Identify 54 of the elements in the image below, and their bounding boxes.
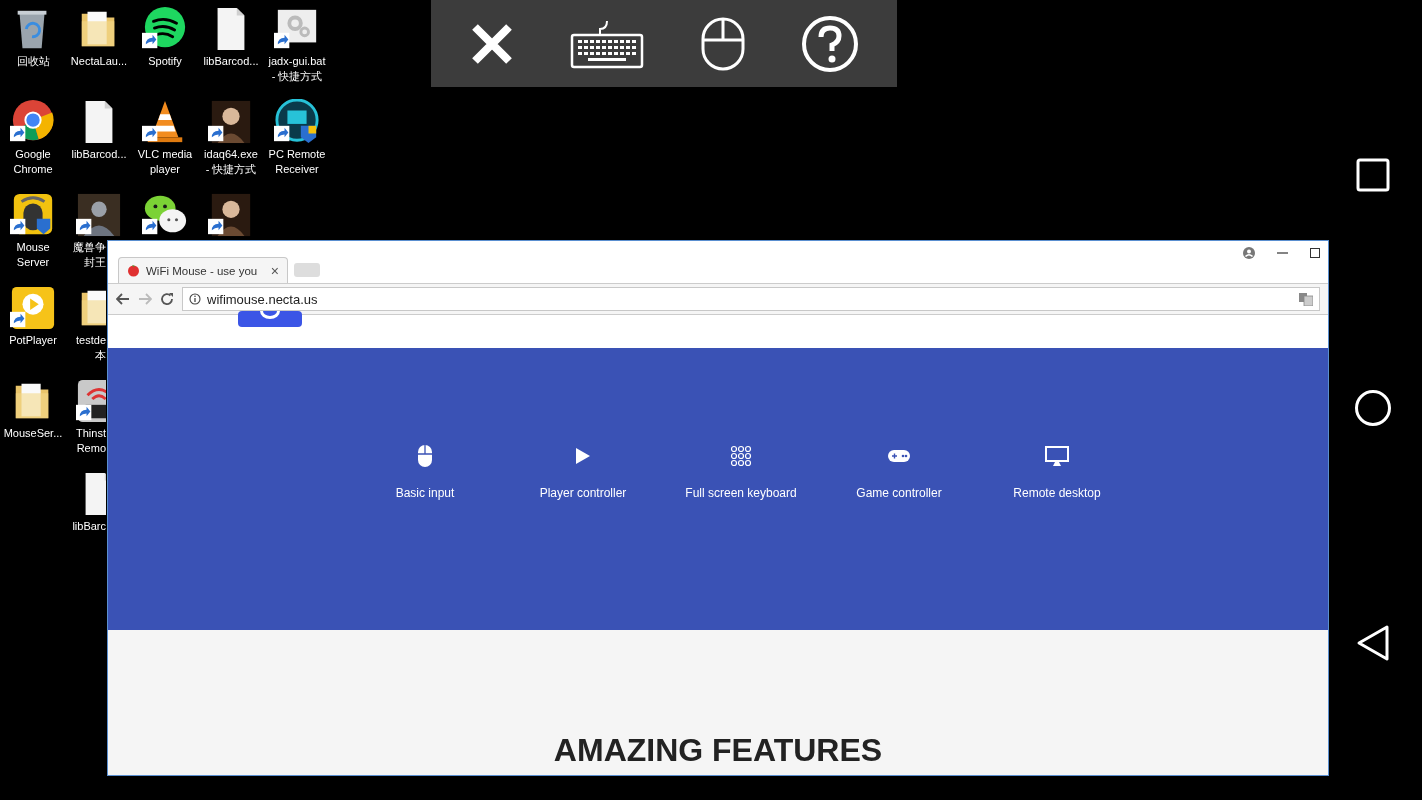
icon-label: Chrome bbox=[13, 162, 53, 177]
feature-label[interactable]: Game controller bbox=[856, 486, 942, 500]
info-icon bbox=[189, 293, 201, 305]
icon-label: 本 bbox=[95, 348, 106, 363]
gamepad-icon bbox=[887, 449, 911, 463]
play-icon bbox=[575, 447, 591, 465]
icon-label: player bbox=[150, 162, 180, 177]
icon-label: jadx-gui.bat bbox=[268, 54, 326, 69]
icon-label: Thinst bbox=[76, 426, 106, 441]
reload-icon[interactable] bbox=[160, 292, 174, 306]
icon-label: - 快捷方式 bbox=[271, 69, 323, 84]
monitor-icon bbox=[1044, 445, 1070, 467]
icon-label: - 快捷方式 bbox=[205, 162, 257, 177]
feature-label[interactable]: Remote desktop bbox=[1013, 486, 1101, 500]
icon-label: VLC media bbox=[137, 147, 193, 162]
icon-label: NectaLau... bbox=[70, 54, 128, 69]
icon-label: PC Remote bbox=[268, 147, 326, 162]
icon-label: Remo bbox=[76, 441, 106, 456]
keypad-icon bbox=[730, 445, 752, 467]
feature-label[interactable]: Full screen keyboard bbox=[685, 486, 797, 500]
icon-label: MouseSer... bbox=[3, 426, 63, 441]
icon-label: libBarc bbox=[72, 519, 106, 534]
tab-close-button[interactable]: × bbox=[270, 262, 279, 279]
back-triangle-icon[interactable] bbox=[1355, 623, 1391, 662]
icon-label: testde bbox=[76, 333, 106, 348]
icon-label: libBarcod... bbox=[203, 54, 259, 69]
maximize-icon[interactable] bbox=[1310, 248, 1320, 258]
icon-label: PotPlayer bbox=[9, 333, 57, 348]
browser-tab[interactable]: WiFi Mouse - use you × bbox=[118, 257, 288, 283]
icon-label: Server bbox=[16, 255, 50, 270]
profile-icon[interactable] bbox=[1243, 247, 1255, 259]
icon-label: Mouse bbox=[16, 240, 50, 255]
icon-label: 魔兽争 bbox=[73, 240, 106, 255]
feature-label[interactable]: Player controller bbox=[539, 486, 627, 500]
icon-label: Google bbox=[15, 147, 51, 162]
mouse-icon bbox=[417, 444, 433, 468]
mouse-icon[interactable] bbox=[699, 15, 746, 72]
tomato-icon bbox=[127, 264, 140, 277]
figure-icon[interactable] bbox=[76, 192, 122, 238]
square-icon[interactable] bbox=[1356, 158, 1390, 193]
help-icon[interactable] bbox=[801, 14, 860, 73]
icon-label: 封王 bbox=[84, 255, 106, 270]
translate-icon[interactable] bbox=[1299, 292, 1313, 306]
feature-label[interactable]: Basic input bbox=[395, 486, 455, 500]
icon-label: idaq64.exe bbox=[204, 147, 258, 162]
icon-label: libBarcod... bbox=[71, 147, 127, 162]
potplayer-icon[interactable] bbox=[10, 285, 56, 331]
icon-label: Receiver bbox=[275, 162, 319, 177]
icon-label: 回收站 bbox=[16, 54, 50, 69]
circle-icon[interactable] bbox=[1354, 389, 1392, 427]
back-arrow-icon[interactable] bbox=[116, 293, 130, 305]
section-heading: AMAZING FEATURES bbox=[553, 732, 883, 769]
keyboard-icon[interactable] bbox=[570, 18, 645, 69]
icon-label: Spotify bbox=[148, 54, 182, 69]
